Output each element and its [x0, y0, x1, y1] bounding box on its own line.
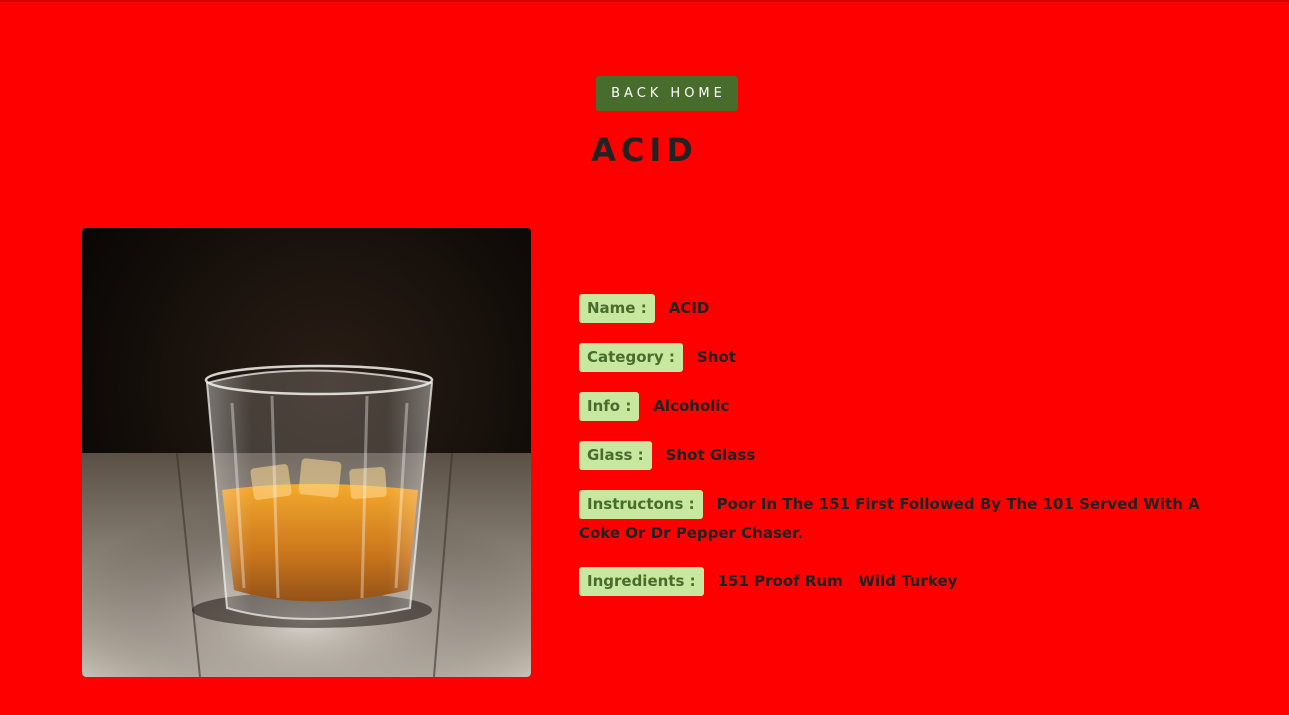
- detail-value: 151 Proof Rum Wild Turkey: [717, 572, 958, 590]
- detail-instructions: Instructons : Poor In The 151 First Follo…: [579, 490, 1229, 547]
- drink-details: Name : ACID Category : Shot Info : Alcoholi…: [579, 294, 1229, 616]
- detail-value: Shot Glass: [665, 446, 756, 464]
- page-title: ACID: [591, 131, 698, 169]
- detail-value: Alcoholic: [653, 397, 730, 415]
- detail-label: Info :: [579, 392, 640, 421]
- detail-ingredients: Ingredients : 151 Proof Rum Wild Turkey: [579, 567, 1229, 596]
- detail-label: Instructons :: [579, 490, 703, 519]
- detail-info: Info : Alcoholic: [579, 392, 1229, 421]
- detail-label: Ingredients :: [579, 567, 704, 596]
- detail-name: Name : ACID: [579, 294, 1229, 323]
- drink-image: [82, 228, 531, 677]
- detail-label: Name :: [579, 294, 655, 323]
- detail-label: Glass :: [579, 441, 652, 470]
- detail-value: Shot: [696, 348, 736, 366]
- detail-category: Category : Shot: [579, 343, 1229, 372]
- detail-value: ACID: [668, 299, 710, 317]
- back-home-button[interactable]: Back Home: [596, 76, 738, 111]
- detail-glass: Glass : Shot Glass: [579, 441, 1229, 470]
- detail-label: Category :: [579, 343, 683, 372]
